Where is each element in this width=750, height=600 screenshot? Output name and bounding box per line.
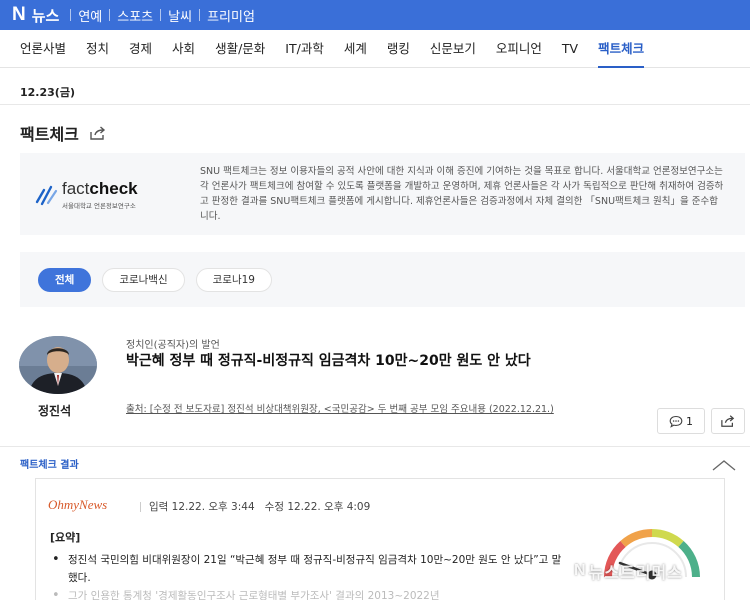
comment-button[interactable]: 1 — [657, 408, 705, 434]
divider — [199, 9, 201, 21]
article-category: 정치인(공직자)의 발언 — [126, 340, 220, 351]
date-label: 12.23(금) — [20, 86, 75, 99]
news-home-link[interactable]: N 뉴스 — [12, 4, 59, 26]
filter-chip-covid19[interactable]: 코로나19 — [195, 267, 272, 292]
edit-time: 수정 12.22. 오후 4:09 — [264, 501, 371, 513]
top-nav-premium[interactable]: 프리미엄 — [207, 6, 255, 25]
article-share-button[interactable] — [711, 408, 745, 434]
news-label: 뉴스 — [31, 6, 60, 25]
divider — [0, 446, 750, 447]
factcheck-logo: factcheck 서울대학교 언론정보연구소 — [20, 179, 200, 210]
page-title: 팩트체크 — [20, 121, 107, 145]
nav-politics[interactable]: 정치 — [86, 30, 109, 68]
article-headline[interactable]: 박근혜 정부 때 정규직-비정규직 임금격차 10만~20만 원도 안 났다 — [126, 350, 531, 370]
filter-chip-covid-vaccine[interactable]: 코로나백신 — [102, 267, 185, 292]
share-icon — [721, 415, 735, 427]
top-bar: N 뉴스 연예 스포츠 날씨 프리미엄 — [0, 0, 750, 30]
page-title-text: 팩트체크 — [20, 125, 79, 144]
article-source-link[interactable]: 출처: [수정 전 보도자료] 정진석 비상대책위원장, <국민공감> 두 번째… — [126, 402, 646, 417]
top-nav-sports[interactable]: 스포츠 — [117, 6, 153, 25]
top-nav: 연예 스포츠 날씨 프리미엄 — [63, 6, 255, 25]
filter-bar: 전체 코로나백신 코로나19 — [20, 252, 745, 307]
factcheck-result-label: 팩트체크 결과 — [20, 460, 79, 471]
summary-title: [요약] — [50, 531, 81, 544]
nav-press[interactable]: 언론사별 — [20, 30, 66, 68]
list-item: 그가 인용한 통계청 '경제활동인구조사 근로형태별 부가조사' 결과의 201… — [50, 587, 570, 600]
factcheck-logo-subtitle: 서울대학교 언론정보연구소 — [62, 201, 136, 210]
factcheck-info-box: factcheck 서울대학교 언론정보연구소 SNU 팩트체크는 정보 이용자… — [20, 153, 745, 235]
factcheck-description: SNU 팩트체크는 정보 이용자들의 공적 사안에 대한 지식과 이해 증진에 … — [200, 166, 724, 222]
watermark-text: 뉴스트리머스 — [588, 563, 683, 582]
avatar[interactable] — [19, 336, 97, 394]
divider — [140, 502, 141, 512]
top-nav-weather[interactable]: 날씨 — [168, 6, 192, 25]
divider — [109, 9, 111, 21]
main-nav: 언론사별 정치 경제 사회 생활/문화 IT/과학 세계 랭킹 신문보기 오피니… — [0, 30, 750, 68]
press-logo[interactable]: OhmyNews — [48, 497, 107, 513]
factcheck-logo-word: factcheck — [62, 178, 138, 198]
comment-count: 1 — [686, 414, 693, 428]
summary-list: 정진석 국민의힘 비대위원장이 21일 “박근혜 정부 때 정규직-비정규직 임… — [50, 551, 570, 600]
input-time: 입력 12.22. 오후 3:44 — [149, 501, 255, 513]
share-icon[interactable] — [89, 125, 107, 141]
factcheck-logo-icon — [35, 185, 58, 206]
chevron-up-icon[interactable] — [711, 457, 737, 476]
nav-it-science[interactable]: IT/과학 — [285, 30, 324, 68]
divider — [0, 104, 750, 105]
nav-factcheck[interactable]: 팩트체크 — [598, 30, 645, 68]
nav-society[interactable]: 사회 — [172, 30, 195, 68]
person-name[interactable]: 정진석 — [38, 402, 71, 419]
filter-chip-all[interactable]: 전체 — [38, 267, 92, 292]
watermark-logo: N — [574, 562, 586, 579]
comment-icon — [669, 415, 683, 428]
nav-newspaper[interactable]: 신문보기 — [430, 30, 476, 68]
watermark: N 뉴스트리머스 — [574, 556, 739, 586]
nav-economy[interactable]: 경제 — [129, 30, 152, 68]
nav-world[interactable]: 세계 — [344, 30, 367, 68]
article-timestamps: 입력 12.22. 오후 3:44 수정 12.22. 오후 4:09 — [140, 499, 370, 514]
divider — [70, 9, 72, 21]
divider — [160, 9, 162, 21]
list-item: 정진석 국민의힘 비대위원장이 21일 “박근혜 정부 때 정규직-비정규직 임… — [50, 551, 570, 587]
nav-life-culture[interactable]: 생활/문화 — [215, 30, 265, 68]
nav-tv[interactable]: TV — [562, 30, 578, 68]
naver-logo: N — [12, 4, 26, 25]
top-nav-entertainment[interactable]: 연예 — [78, 6, 102, 25]
nav-ranking[interactable]: 랭킹 — [387, 30, 410, 68]
nav-opinion[interactable]: 오피니언 — [496, 30, 542, 68]
